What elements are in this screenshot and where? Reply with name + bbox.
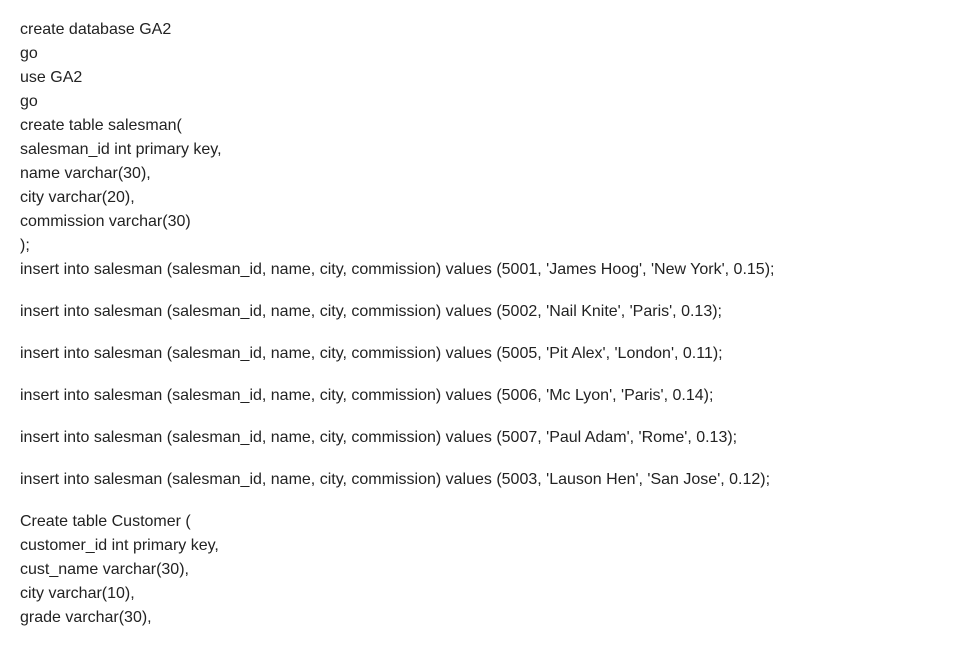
blank-line bbox=[20, 450, 954, 468]
code-line: city varchar(20), bbox=[20, 186, 954, 210]
code-line: Create table Customer ( bbox=[20, 510, 954, 534]
code-line: insert into salesman (salesman_id, name,… bbox=[20, 468, 954, 492]
code-line: customer_id int primary key, bbox=[20, 534, 954, 558]
code-line: ); bbox=[20, 234, 954, 258]
code-line: insert into salesman (salesman_id, name,… bbox=[20, 300, 954, 324]
code-line: grade varchar(30), bbox=[20, 606, 954, 630]
code-line: use GA2 bbox=[20, 66, 954, 90]
code-line: name varchar(30), bbox=[20, 162, 954, 186]
code-line: insert into salesman (salesman_id, name,… bbox=[20, 384, 954, 408]
code-line: insert into salesman (salesman_id, name,… bbox=[20, 258, 954, 282]
code-line: create database GA2 bbox=[20, 18, 954, 42]
blank-line bbox=[20, 282, 954, 300]
code-line: commission varchar(30) bbox=[20, 210, 954, 234]
blank-line bbox=[20, 492, 954, 510]
code-line: cust_name varchar(30), bbox=[20, 558, 954, 582]
code-line: city varchar(10), bbox=[20, 582, 954, 606]
code-line: go bbox=[20, 90, 954, 114]
code-line: salesman_id int primary key, bbox=[20, 138, 954, 162]
sql-code-block: create database GA2gouse GA2gocreate tab… bbox=[20, 18, 954, 630]
blank-line bbox=[20, 408, 954, 426]
code-line: insert into salesman (salesman_id, name,… bbox=[20, 426, 954, 450]
code-line: create table salesman( bbox=[20, 114, 954, 138]
blank-line bbox=[20, 324, 954, 342]
code-line: go bbox=[20, 42, 954, 66]
code-line: insert into salesman (salesman_id, name,… bbox=[20, 342, 954, 366]
blank-line bbox=[20, 366, 954, 384]
